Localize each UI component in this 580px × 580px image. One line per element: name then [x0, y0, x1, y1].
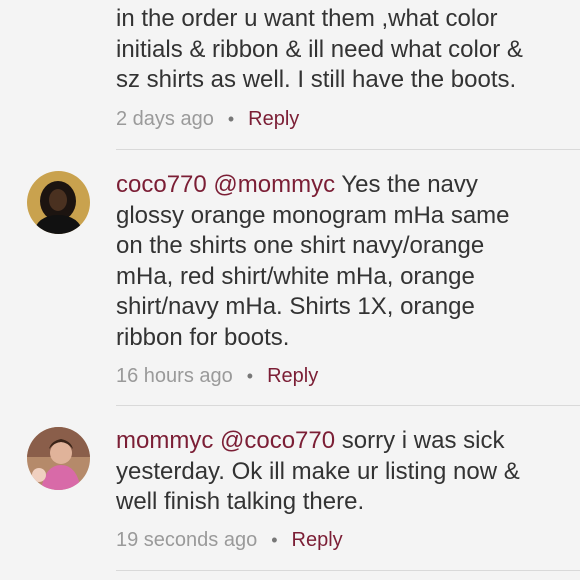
reply-button[interactable]: Reply: [267, 364, 318, 388]
comment-mention[interactable]: @coco770: [220, 427, 335, 454]
avatar-image: [27, 427, 90, 490]
divider: [116, 149, 580, 150]
comment-timestamp: 19 seconds ago: [116, 529, 258, 551]
comment-timestamp: 16 hours ago: [116, 365, 233, 387]
comment-meta: 16 hours ago • Reply: [116, 364, 318, 388]
comment-thread: in the order u want them ,what color ini…: [0, 0, 580, 580]
separator-dot: •: [227, 109, 235, 129]
separator-dot: •: [271, 530, 278, 550]
comment-meta: 2 days ago • Reply: [116, 107, 299, 131]
avatar[interactable]: [27, 427, 90, 490]
reply-button[interactable]: Reply: [292, 528, 343, 552]
divider: [116, 570, 580, 571]
separator-dot: •: [246, 366, 254, 386]
comment-text: mommyc @coco770 sorry i was sick yesterd…: [116, 426, 566, 518]
comment-mention[interactable]: @mommyc: [213, 171, 335, 198]
comment-username[interactable]: mommyc: [116, 427, 213, 454]
avatar[interactable]: [27, 171, 90, 234]
reply-button[interactable]: Reply: [248, 107, 299, 131]
divider: [116, 405, 580, 406]
comment-text: coco770 @mommyc Yes the navy glossy oran…: [116, 170, 566, 354]
comment-text: in the order u want them ,what color ini…: [116, 5, 523, 94]
avatar-image: [27, 171, 90, 234]
comment-meta: 19 seconds ago • Reply: [116, 528, 343, 552]
comment-username[interactable]: coco770: [116, 171, 207, 198]
comment-timestamp: 2 days ago: [116, 108, 214, 130]
